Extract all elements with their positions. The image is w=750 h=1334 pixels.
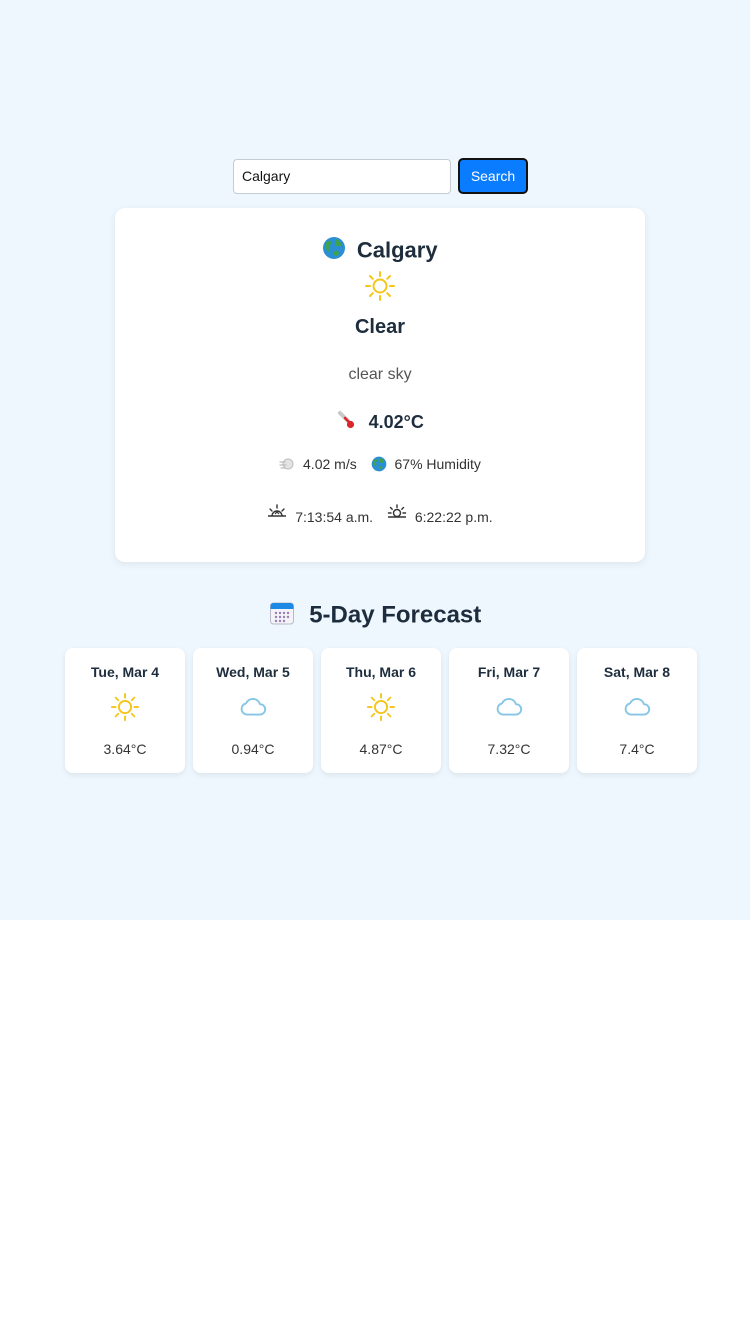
sun-icon [110,692,140,727]
sunset-stat: 6:22:22 p.m. [387,504,493,525]
forecast-day-temp: 7.4°C [619,741,655,757]
search-button[interactable]: Search [458,158,528,194]
forecast-day-label: Fri, Mar 7 [477,664,541,680]
city-search-input[interactable] [233,158,451,194]
search-bar: Search [233,158,528,194]
wind-humidity-row: 4.02 m/s 67% Humidity [115,456,645,472]
forecast-header: 5-Day Forecast [0,600,750,631]
forecast-day-label: Tue, Mar 4 [90,664,160,680]
forecast-day-card: Tue, Mar 4 3.64°C [65,648,185,773]
forecast-day-label: Sat, Mar 8 [603,664,671,680]
forecast-day-temp: 7.32°C [487,741,531,757]
forecast-day-card: Wed, Mar 5 0.94°C [193,648,313,773]
forecast-day-card: Thu, Mar 6 4.87°C [321,648,441,773]
weather-description: clear sky [348,366,412,383]
forecast-day-label: Thu, Mar 6 [345,664,416,680]
sun-icon [364,270,396,307]
sunrise-stat: 7:13:54 a.m. [267,504,373,525]
globe-icon [322,236,346,265]
forecast-day-temp: 4.87°C [359,741,403,757]
forecast-day-card: Fri, Mar 7 7.32°C [449,648,569,773]
current-weather-card: Calgary Clear clear sky 4.02°C 4.02 m/s … [115,208,645,562]
sun-times-row: 7:13:54 a.m. 6:22:22 p.m. [115,504,645,525]
wind-icon [279,456,303,472]
humidity-stat: 67% Humidity [371,456,481,472]
forecast-day-temp: 3.64°C [103,741,147,757]
humidity-value: 67% Humidity [394,456,481,472]
cloud-icon [494,692,524,727]
current-temperature: 4.02°C [368,412,424,432]
thermometer-icon [336,410,356,435]
city-name: Calgary [356,237,438,263]
sunrise-time: 7:13:54 a.m. [295,509,374,525]
city-header: Calgary [115,236,645,265]
forecast-day-temp: 0.94°C [231,741,275,757]
forecast-day-label: Wed, Mar 5 [216,664,290,680]
forecast-title: 5-Day Forecast [309,601,482,629]
wind-speed: 4.02 m/s [303,456,357,472]
calendar-icon [269,600,295,631]
cloud-icon [622,692,652,727]
weather-condition: Clear [354,316,406,338]
sunset-icon [387,504,415,525]
wind-stat: 4.02 m/s [279,456,357,472]
sunset-time: 6:22:22 p.m. [414,509,493,525]
temperature-row: 4.02°C [115,410,645,435]
sun-icon [366,692,396,727]
globe-icon [371,456,395,472]
forecast-list: Tue, Mar 4 3.64°C Wed, Mar 5 0.94°C Thu,… [65,648,697,773]
cloud-icon [238,692,268,727]
sunrise-icon [267,504,295,525]
forecast-day-card: Sat, Mar 8 7.4°C [577,648,697,773]
app-background: Search Calgary [0,0,750,920]
